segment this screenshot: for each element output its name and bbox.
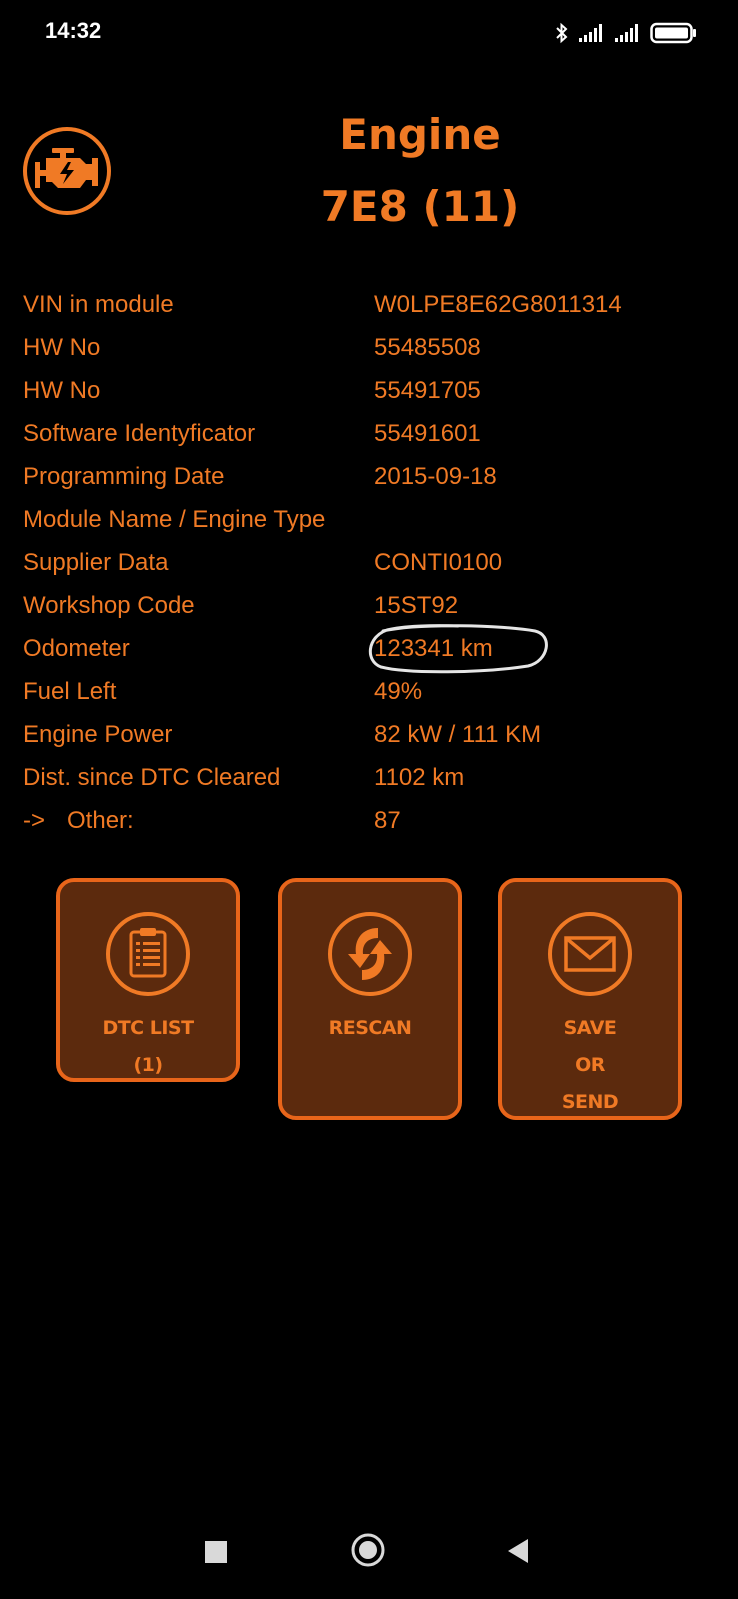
rescan-button[interactable]: RESCAN <box>278 878 462 1120</box>
dtc-list-title: DTC LIST <box>102 1017 194 1039</box>
info-label: Odometer <box>23 635 130 662</box>
info-row-workshop-code: Workshop Code 15ST92 <box>23 584 723 627</box>
check-engine-icon <box>23 127 111 215</box>
status-bar: 14:32 <box>0 0 738 66</box>
info-value: 123341 km <box>374 635 493 662</box>
info-row-software-id: Software Identyficator 55491601 <box>23 412 723 455</box>
dtc-list-label: DTC LIST (1) <box>60 1010 236 1084</box>
info-value: 55491705 <box>374 377 481 404</box>
info-row-hw-no: HW No 55491705 <box>23 369 723 412</box>
arrow-indicator: -> <box>23 807 46 834</box>
home-icon[interactable] <box>350 1532 386 1568</box>
info-label: HW No <box>23 377 101 404</box>
dtc-list-button[interactable]: DTC LIST (1) <box>56 878 240 1082</box>
info-value: W0LPE8E62G8011314 <box>374 291 622 318</box>
or-line: OR <box>575 1054 605 1076</box>
info-row-other[interactable]: -> Other: 87 <box>23 799 723 842</box>
info-label: Programming Date <box>23 463 225 490</box>
info-row-vin: VIN in module W0LPE8E62G8011314 <box>23 283 723 326</box>
info-value: 1102 km <box>374 764 465 791</box>
info-label: Dist. since DTC Cleared <box>23 764 281 791</box>
signal-icon <box>615 24 638 42</box>
back-icon[interactable] <box>506 1538 530 1564</box>
battery-icon <box>650 22 696 44</box>
info-row-supplier-data: Supplier Data CONTI0100 <box>23 541 723 584</box>
signal-icon <box>579 24 602 42</box>
info-row-module-name: Module Name / Engine Type <box>23 498 723 541</box>
envelope-icon <box>548 912 632 996</box>
info-value: CONTI0100 <box>374 549 503 576</box>
info-row-programming-date: Programming Date 2015-09-18 <box>23 455 723 498</box>
rescan-arrows-icon <box>328 912 412 996</box>
other-label: Other: <box>67 807 134 834</box>
info-value: 55491601 <box>374 420 481 447</box>
module-address: 7E8 (11) <box>320 182 520 231</box>
dtc-count: (1) <box>133 1054 163 1076</box>
system-nav-bar <box>0 1520 738 1599</box>
status-time: 14:32 <box>45 18 102 43</box>
info-label: Workshop Code <box>23 592 195 619</box>
info-row-fuel-left: Fuel Left 49% <box>23 670 723 713</box>
save-or-send-button[interactable]: SAVE OR SEND <box>498 878 682 1120</box>
info-row-dist-since-dtc: Dist. since DTC Cleared 1102 km <box>23 756 723 799</box>
info-value: 2015-09-18 <box>374 463 497 490</box>
info-value: 15ST92 <box>374 592 459 619</box>
save-or-send-label: SAVE OR SEND <box>502 1010 678 1121</box>
send-line: SEND <box>561 1091 619 1113</box>
info-value: 87 <box>374 807 401 834</box>
info-row-hw-no: HW No 55485508 <box>23 326 723 369</box>
info-label: HW No <box>23 334 101 361</box>
status-icons <box>554 20 698 46</box>
info-value: 55485508 <box>374 334 481 361</box>
page-title: Engine <box>339 110 501 159</box>
bluetooth-icon <box>556 22 568 44</box>
info-label: VIN in module <box>23 291 174 318</box>
info-label: -> Other: <box>23 799 134 842</box>
info-row-engine-power: Engine Power 82 kW / 111 KM <box>23 713 723 756</box>
recent-apps-icon[interactable] <box>204 1540 228 1564</box>
info-label: Module Name / Engine Type <box>23 506 326 533</box>
info-row-odometer: Odometer 123341 km <box>23 624 723 674</box>
module-info-list: VIN in module W0LPE8E62G8011314 HW No 55… <box>23 283 723 842</box>
rescan-label: RESCAN <box>282 1010 458 1047</box>
save-line: SAVE <box>563 1017 617 1039</box>
info-label: Supplier Data <box>23 549 169 576</box>
info-label: Engine Power <box>23 721 173 748</box>
info-label: Fuel Left <box>23 678 117 705</box>
info-value: 82 kW / 111 KM <box>374 721 542 748</box>
rescan-title: RESCAN <box>328 1017 412 1039</box>
info-value: 49% <box>374 678 423 705</box>
info-label: Software Identyficator <box>23 420 256 447</box>
clipboard-icon <box>106 912 190 996</box>
